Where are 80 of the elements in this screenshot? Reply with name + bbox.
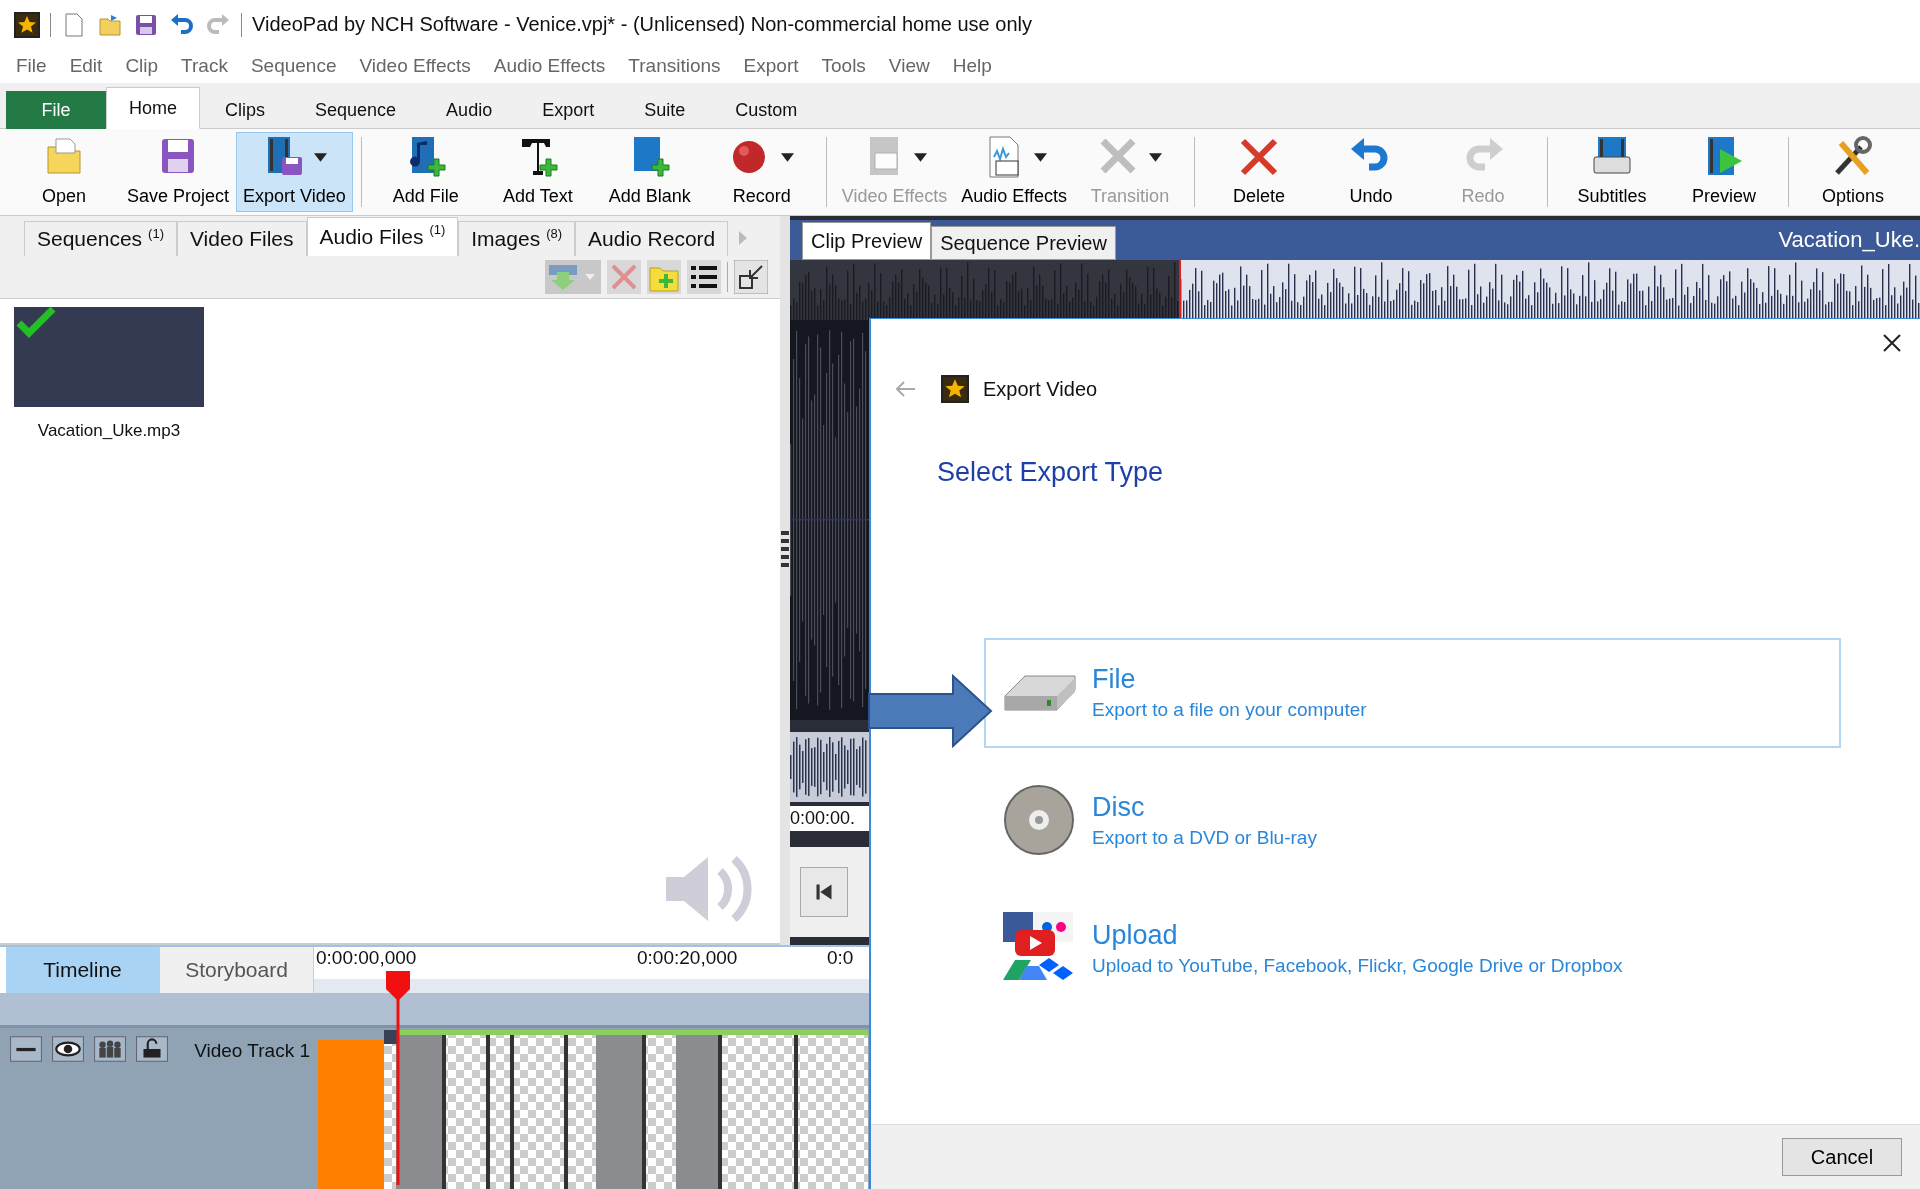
clip-name: Vacation_Uke. [1778, 227, 1920, 254]
menu-item[interactable]: Transitions [618, 55, 734, 78]
menu-item[interactable]: View [878, 55, 943, 78]
export-option[interactable]: Upload Upload to YouTube, Facebook, Flickr, Google Drive or Dropbox [984, 894, 1841, 1004]
track-name: Video Track 1 [194, 1039, 310, 1063]
eye-icon[interactable] [52, 1036, 84, 1062]
add-file-button[interactable]: Add File [369, 132, 482, 213]
file-name: Vacation_Uke.mp3 [37, 421, 181, 442]
menu-item[interactable]: Video Effects [349, 55, 484, 78]
bin-tab[interactable]: Audio Files $^{(1)}$ [306, 217, 459, 257]
ribbon-tab[interactable]: File [6, 91, 106, 130]
playback-time: 0:00:00. [790, 806, 869, 832]
caret-icon[interactable] [313, 152, 327, 162]
bin-tab[interactable]: Audio Record [575, 221, 729, 257]
ribbon-tab[interactable]: Export [517, 91, 620, 130]
menu-item[interactable]: File [6, 55, 60, 78]
record-button[interactable]: Record [705, 132, 818, 213]
add-text-button[interactable]: Add Text [481, 132, 594, 213]
ribbon-tab[interactable]: Audio [421, 91, 518, 130]
close-icon[interactable] [1882, 333, 1902, 353]
delete-button[interactable]: Delete [1202, 132, 1315, 213]
bin-tab[interactable]: Sequences $^{(1)}$ [24, 221, 177, 257]
bin-tab[interactable]: Video Files [177, 221, 307, 257]
cancel-button[interactable]: Cancel [1782, 1138, 1902, 1176]
timeline-tab[interactable]: Timeline [6, 947, 160, 993]
preview-tab[interactable]: Sequence Preview [931, 226, 1116, 261]
open-button[interactable]: Open [8, 132, 120, 213]
bin-tab[interactable]: Images $^{(8)}$ [458, 221, 576, 257]
caret-icon[interactable] [1033, 152, 1047, 162]
dialog-title: Export Video [983, 377, 1098, 401]
video-clip-strip-drawing[interactable] [384, 1030, 868, 1189]
option-title: Upload [1092, 919, 1179, 951]
window-title: VideoPad by NCH Software - Venice.vpj* - (Unlicensed) Non-commercial home use only [252, 13, 1032, 37]
ruler-label: 0:00:00,000 [315, 947, 418, 969]
minus-icon[interactable] [10, 1036, 42, 1062]
ruler-label: 0:00:20,000 [637, 947, 739, 969]
ribbon-tab[interactable]: Suite [619, 91, 711, 130]
blank-clip[interactable] [318, 1040, 384, 1189]
skip-to-start-icon [814, 882, 834, 903]
app-logo-icon [14, 11, 40, 38]
ribbon-tab[interactable]: Sequence [290, 91, 422, 130]
option-description: Export to a file on your computer [1092, 698, 1367, 721]
ruler-label: 0:0 [827, 947, 854, 969]
export-button[interactable]: Export Video [236, 132, 353, 213]
menu-item[interactable]: Help [942, 55, 1005, 78]
option-title: File [1092, 663, 1137, 695]
list-view-icon[interactable] [687, 260, 721, 295]
audio-thumbnail[interactable] [14, 307, 204, 408]
people-icon[interactable] [94, 1036, 126, 1062]
ribbon-tab[interactable]: Custom [710, 91, 823, 130]
ribbon-tab[interactable]: Clips [200, 91, 291, 130]
audio-fx-button[interactable]: Audio Effects [954, 132, 1074, 213]
options-button[interactable]: Options [1796, 132, 1909, 213]
subtitles-button[interactable]: Subtitles [1555, 132, 1668, 213]
menu-item[interactable]: Clip [115, 55, 172, 78]
save-button[interactable]: Save Project [120, 132, 237, 213]
export-option[interactable]: File Export to a file on your computer [984, 638, 1841, 748]
timeline-tab[interactable]: Storyboard [160, 947, 314, 993]
menu-item[interactable]: Edit [59, 55, 116, 78]
app-logo-icon [941, 375, 969, 403]
caret-icon[interactable] [781, 152, 795, 162]
preview-button[interactable]: Preview [1667, 132, 1780, 213]
menu-item[interactable]: Export [733, 55, 812, 78]
undock-icon[interactable] [734, 260, 768, 295]
dialog-heading: Select Export Type [937, 457, 1164, 488]
option-title: Disc [1092, 791, 1146, 823]
menu-item[interactable]: Tools [811, 55, 879, 78]
add-blank-button[interactable]: Add Blank [593, 132, 706, 213]
menu-item[interactable]: Audio Effects [483, 55, 619, 78]
menu-item[interactable]: Sequence [240, 55, 350, 78]
unlocked-icon[interactable] [136, 1036, 168, 1062]
skip-to-start-button[interactable] [800, 867, 848, 918]
undo-button[interactable]: Undo [1314, 132, 1427, 213]
ribbon-tab[interactable]: Home [106, 87, 200, 130]
preview-tab[interactable]: Clip Preview [802, 222, 932, 261]
menu-item[interactable]: Track [171, 55, 241, 78]
export-option[interactable]: Disc Export to a DVD or Blu-ray [984, 766, 1841, 876]
option-description: Upload to YouTube, Facebook, Flickr, Google Drive or Dropbox [1092, 954, 1623, 977]
playhead[interactable] [386, 971, 410, 1185]
option-description: Export to a DVD or Blu-ray [1092, 826, 1317, 849]
